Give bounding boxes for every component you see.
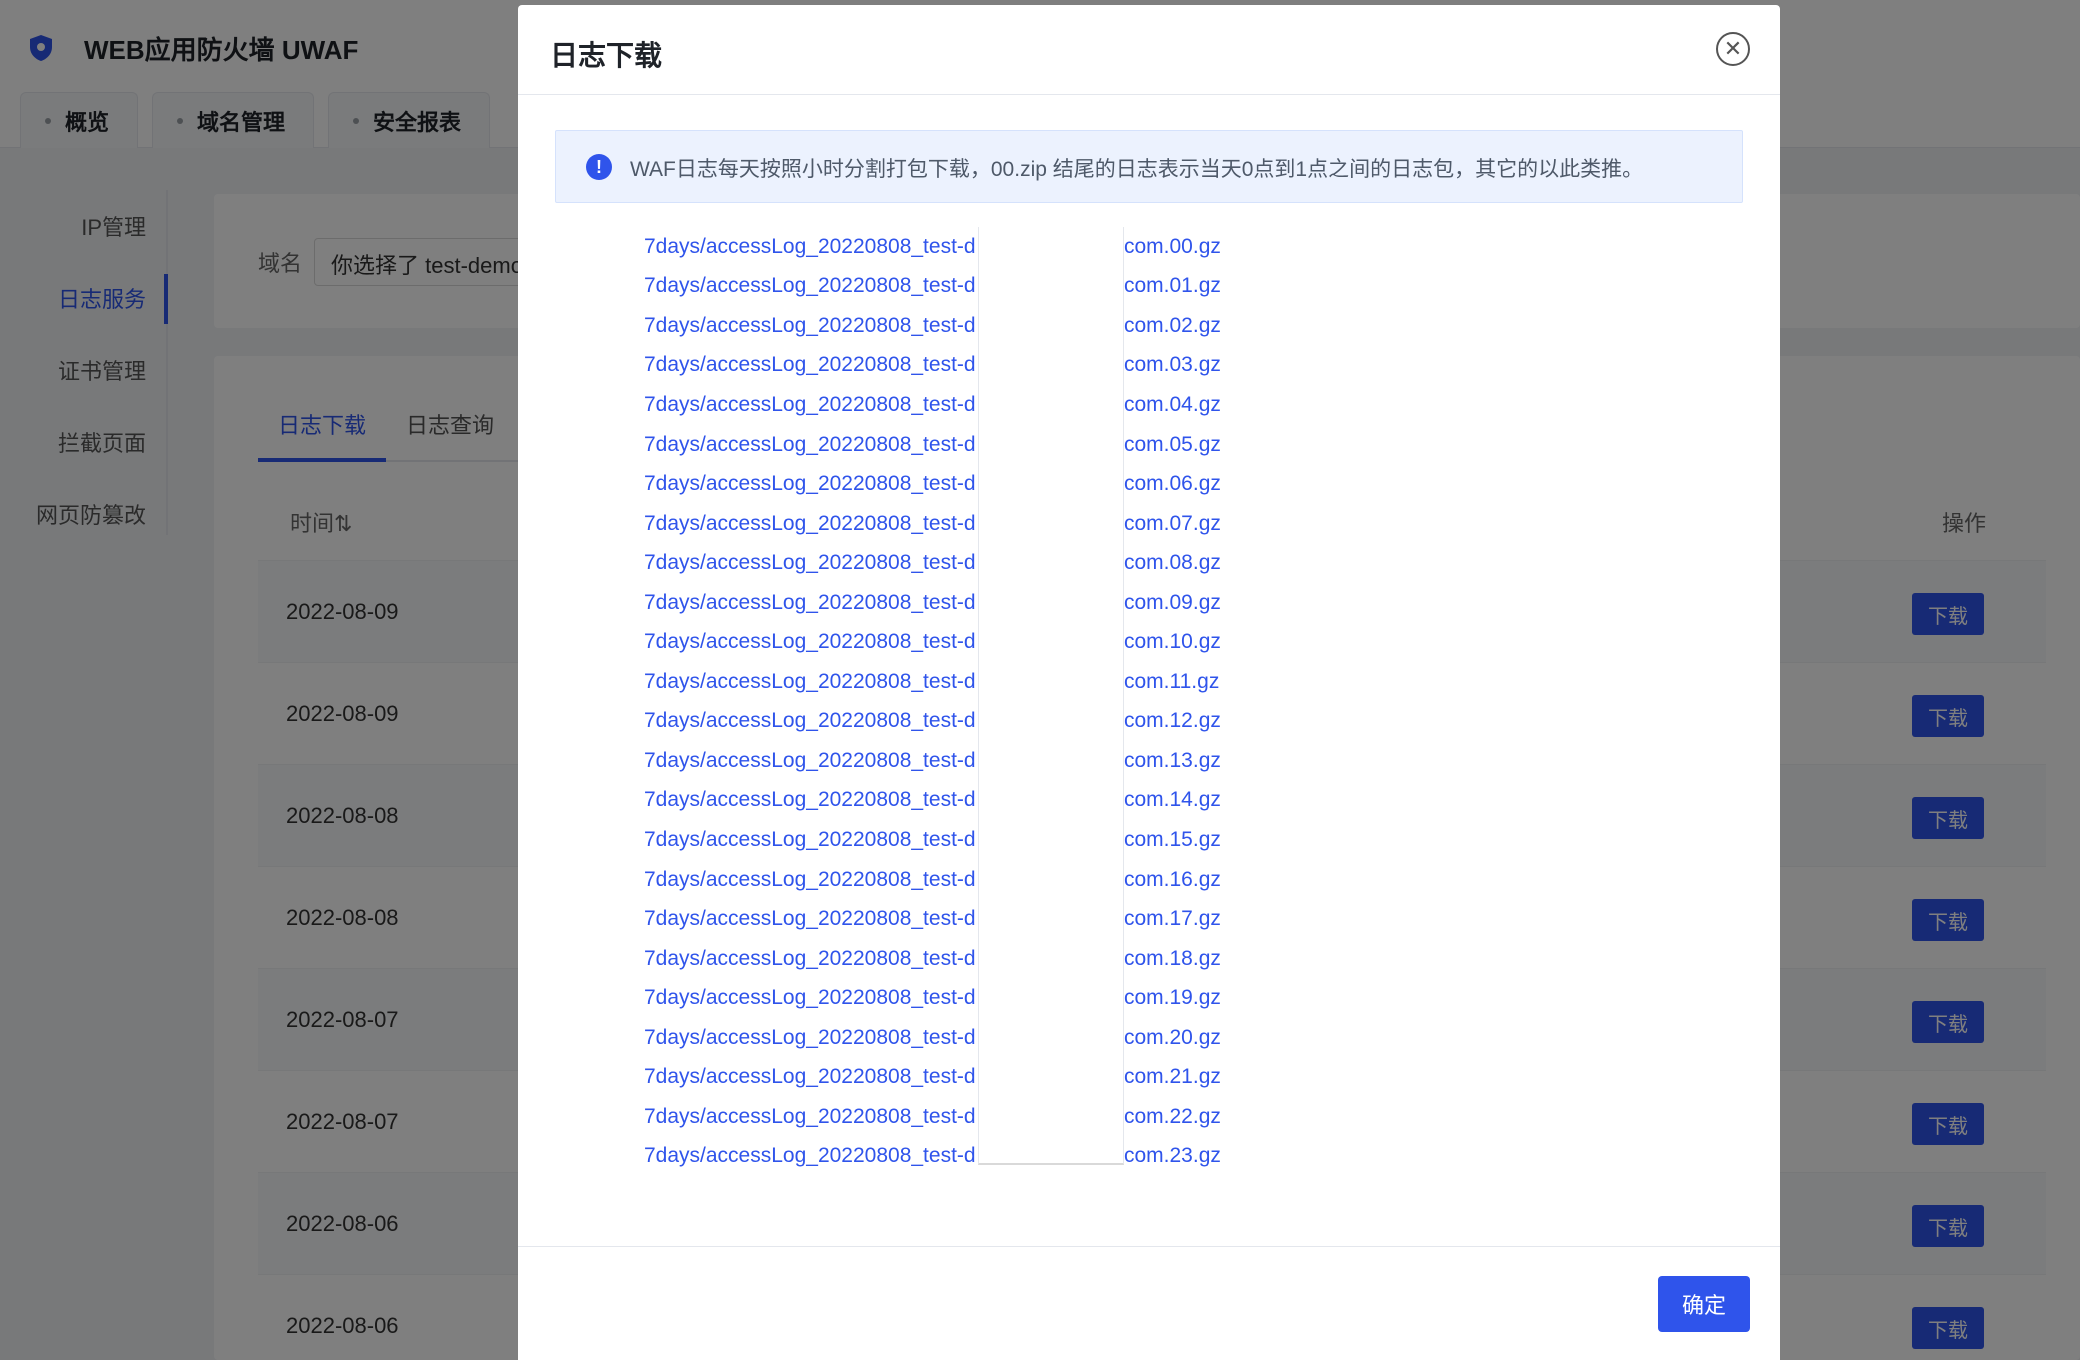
file-name-prefix: 7days/accessLog_20220808_test-d [644,432,976,456]
file-name-prefix: 7days/accessLog_20220808_test-d [644,1144,976,1168]
file-name-suffix: com.07.gz [1124,511,1221,535]
file-name-prefix: 7days/accessLog_20220808_test-d [644,827,976,851]
dialog-header: 日志下载 ✕ [518,5,1780,95]
redaction-block [978,227,1124,1165]
file-link-list: 7days/accessLog_20220808_test-d com.00.gz… [644,227,1244,1176]
file-name-suffix: com.01.gz [1124,274,1221,298]
file-name-suffix: com.06.gz [1124,472,1221,496]
log-download-dialog: 日志下载 ✕ ! WAF日志每天按照小时分割打包下载，00.zip 结尾的日志表… [518,5,1780,1360]
file-name-suffix: com.02.gz [1124,313,1221,337]
file-name-prefix: 7days/accessLog_20220808_test-d [644,392,976,416]
file-name-suffix: com.03.gz [1124,353,1221,377]
file-download-link[interactable]: 7days/accessLog_20220808_test-d com.10.gz [644,622,1244,662]
file-name-prefix: 7days/accessLog_20220808_test-d [644,472,976,496]
file-download-link[interactable]: 7days/accessLog_20220808_test-d com.02.gz [644,306,1244,346]
dialog-footer: 确定 [518,1246,1780,1360]
file-name-suffix: com.17.gz [1124,907,1221,931]
file-download-link[interactable]: 7days/accessLog_20220808_test-d com.01.gz [644,267,1244,307]
file-name-suffix: com.22.gz [1124,1104,1221,1128]
file-download-link[interactable]: 7days/accessLog_20220808_test-d com.07.gz [644,504,1244,544]
file-name-prefix: 7days/accessLog_20220808_test-d [644,274,976,298]
file-name-prefix: 7days/accessLog_20220808_test-d [644,551,976,575]
file-download-link[interactable]: 7days/accessLog_20220808_test-d com.04.gz [644,385,1244,425]
file-download-link[interactable]: 7days/accessLog_20220808_test-d com.09.gz [644,583,1244,623]
file-name-prefix: 7days/accessLog_20220808_test-d [644,669,976,693]
notice-text: WAF日志每天按照小时分割打包下载，00.zip 结尾的日志表示当天0点到1点之… [630,158,1644,181]
file-name-prefix: 7days/accessLog_20220808_test-d [644,511,976,535]
file-name-suffix: com.00.gz [1124,234,1221,258]
file-name-suffix: com.19.gz [1124,986,1221,1010]
file-name-suffix: com.09.gz [1124,590,1221,614]
file-name-prefix: 7days/accessLog_20220808_test-d [644,234,976,258]
file-download-link[interactable]: 7days/accessLog_20220808_test-d com.00.gz [644,227,1244,267]
file-download-link[interactable]: 7days/accessLog_20220808_test-d com.20.gz [644,1018,1244,1058]
dialog-title: 日志下载 [550,40,663,71]
file-name-suffix: com.08.gz [1124,551,1221,575]
file-download-link[interactable]: 7days/accessLog_20220808_test-d com.03.gz [644,346,1244,386]
file-download-link[interactable]: 7days/accessLog_20220808_test-d com.06.gz [644,464,1244,504]
file-name-suffix: com.10.gz [1124,630,1221,654]
file-name-prefix: 7days/accessLog_20220808_test-d [644,353,976,377]
file-name-suffix: com.21.gz [1124,1065,1221,1089]
file-download-link[interactable]: 7days/accessLog_20220808_test-d com.21.gz [644,1057,1244,1097]
file-name-suffix: com.18.gz [1124,946,1221,970]
file-download-link[interactable]: 7days/accessLog_20220808_test-d com.11.gz [644,662,1244,702]
file-download-link[interactable]: 7days/accessLog_20220808_test-d com.16.gz [644,860,1244,900]
file-name-prefix: 7days/accessLog_20220808_test-d [644,907,976,931]
file-name-prefix: 7days/accessLog_20220808_test-d [644,788,976,812]
file-download-link[interactable]: 7days/accessLog_20220808_test-d com.14.gz [644,781,1244,821]
file-name-prefix: 7days/accessLog_20220808_test-d [644,1025,976,1049]
file-name-suffix: com.12.gz [1124,709,1221,733]
file-name-suffix: com.23.gz [1124,1144,1221,1168]
file-name-prefix: 7days/accessLog_20220808_test-d [644,946,976,970]
file-name-prefix: 7days/accessLog_20220808_test-d [644,313,976,337]
info-icon: ! [586,154,612,180]
file-name-prefix: 7days/accessLog_20220808_test-d [644,1104,976,1128]
file-name-prefix: 7days/accessLog_20220808_test-d [644,630,976,654]
file-name-suffix: com.16.gz [1124,867,1221,891]
file-name-suffix: com.14.gz [1124,788,1221,812]
file-download-link[interactable]: 7days/accessLog_20220808_test-d com.12.gz [644,702,1244,742]
file-download-link[interactable]: 7days/accessLog_20220808_test-d com.19.gz [644,978,1244,1018]
file-name-suffix: com.13.gz [1124,748,1221,772]
file-download-link[interactable]: 7days/accessLog_20220808_test-d com.23.gz [644,1137,1244,1177]
file-name-suffix: com.11.gz [1124,669,1220,693]
file-name-prefix: 7days/accessLog_20220808_test-d [644,590,976,614]
info-notice: ! WAF日志每天按照小时分割打包下载，00.zip 结尾的日志表示当天0点到1… [555,130,1743,203]
file-name-prefix: 7days/accessLog_20220808_test-d [644,1065,976,1089]
file-name-prefix: 7days/accessLog_20220808_test-d [644,986,976,1010]
file-download-link[interactable]: 7days/accessLog_20220808_test-d com.13.gz [644,741,1244,781]
file-name-prefix: 7days/accessLog_20220808_test-d [644,748,976,772]
file-name-suffix: com.05.gz [1124,432,1221,456]
file-download-link[interactable]: 7days/accessLog_20220808_test-d com.18.gz [644,939,1244,979]
file-name-prefix: 7days/accessLog_20220808_test-d [644,709,976,733]
file-download-link[interactable]: 7days/accessLog_20220808_test-d com.15.gz [644,820,1244,860]
file-download-link[interactable]: 7days/accessLog_20220808_test-d com.08.gz [644,543,1244,583]
file-download-link[interactable]: 7days/accessLog_20220808_test-d com.05.gz [644,425,1244,465]
file-name-suffix: com.04.gz [1124,392,1221,416]
close-icon[interactable]: ✕ [1716,32,1750,66]
file-download-link[interactable]: 7days/accessLog_20220808_test-d com.17.gz [644,899,1244,939]
file-name-prefix: 7days/accessLog_20220808_test-d [644,867,976,891]
confirm-button[interactable]: 确定 [1658,1276,1750,1332]
file-download-link[interactable]: 7days/accessLog_20220808_test-d com.22.gz [644,1097,1244,1137]
file-name-suffix: com.15.gz [1124,827,1221,851]
file-name-suffix: com.20.gz [1124,1025,1221,1049]
